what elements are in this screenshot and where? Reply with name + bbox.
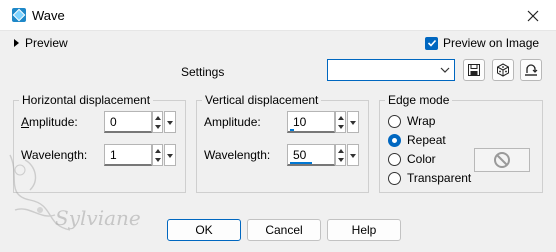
h-amplitude-label-text: mplitude: <box>29 115 78 129</box>
v-amplitude-updown[interactable] <box>335 111 346 133</box>
window-title: Wave <box>32 8 65 23</box>
down-arrow-icon <box>338 158 344 162</box>
radio-wrap[interactable]: Wrap <box>388 114 435 128</box>
chevron-down-icon <box>167 121 173 125</box>
v-amplitude-input[interactable]: 10 <box>287 111 335 133</box>
radio-wrap-label: Wrap <box>407 114 436 128</box>
chevron-down-icon <box>350 121 356 125</box>
preview-label: Preview <box>25 36 68 50</box>
h-amplitude-label: Amplitude: <box>21 115 78 129</box>
h-amplitude-dropdown[interactable] <box>164 111 176 133</box>
chevron-down-icon <box>350 154 356 158</box>
disabled-no-icon <box>494 152 510 168</box>
save-preset-button[interactable] <box>463 59 485 81</box>
checkmark-icon <box>425 36 438 50</box>
radio-repeat[interactable]: Repeat <box>388 133 446 147</box>
save-preset-icon <box>468 64 480 76</box>
v-amplitude-dropdown[interactable] <box>347 111 359 133</box>
v-amplitude-value: 10 <box>293 115 307 129</box>
settings-label: Settings <box>181 65 225 79</box>
h-amplitude-spinner[interactable]: 0 <box>104 111 176 133</box>
v-wavelength-dropdown[interactable] <box>347 144 359 166</box>
color-swatch-button[interactable] <box>474 148 530 172</box>
v-wavelength-spinner[interactable]: 50 <box>287 144 359 166</box>
v-wavelength-value: 50 <box>293 148 307 162</box>
v-wavelength-input[interactable]: 50 <box>287 144 335 166</box>
random-dice-icon <box>497 63 509 77</box>
radio-transparent-label: Transparent <box>407 171 472 185</box>
chevron-down-icon <box>438 63 452 77</box>
preview-on-image-label: Preview on Image <box>443 36 540 50</box>
v-wavelength-label: Wavelength: <box>204 148 270 162</box>
close-icon <box>527 10 539 21</box>
radio-repeat-label: Repeat <box>407 133 446 147</box>
help-button[interactable]: Help <box>327 219 401 241</box>
watermark-text: Sylviane <box>55 206 141 230</box>
random-button[interactable] <box>492 59 514 81</box>
up-arrow-icon <box>155 116 161 120</box>
h-wavelength-dropdown[interactable] <box>164 144 176 166</box>
vertical-displacement-title: Vertical displacement <box>202 93 322 107</box>
close-button[interactable] <box>510 0 556 31</box>
v-amplitude-label-text: Amplitude: <box>204 115 261 129</box>
up-arrow-icon <box>338 116 344 120</box>
down-arrow-icon <box>338 125 344 129</box>
h-amplitude-input[interactable]: 0 <box>104 111 152 133</box>
radio-color-dot <box>388 152 401 166</box>
preview-on-image-checkbox[interactable]: Preview on Image <box>425 36 539 50</box>
edge-mode-title: Edge mode <box>385 93 453 107</box>
up-arrow-icon <box>338 149 344 153</box>
radio-transparent-dot <box>388 171 401 185</box>
h-amplitude-updown[interactable] <box>152 111 163 133</box>
radio-color[interactable]: Color <box>388 152 436 166</box>
app-logo-icon <box>11 7 27 23</box>
v-wavelength-fill <box>290 162 312 164</box>
v-amplitude-spinner[interactable]: 10 <box>287 111 359 133</box>
v-wavelength-label-text: Wavelength: <box>204 148 271 162</box>
ok-button[interactable]: OK <box>167 219 241 241</box>
radio-color-label: Color <box>407 152 436 166</box>
title-bar: Wave <box>0 0 556 31</box>
chevron-down-icon <box>167 154 173 158</box>
expand-triangle-icon <box>14 39 19 47</box>
horizontal-displacement-title: Horizontal displacement <box>19 93 154 107</box>
v-amplitude-label: Amplitude: <box>204 115 261 129</box>
down-arrow-icon <box>155 125 161 129</box>
v-amplitude-fill <box>290 129 294 131</box>
reset-icon <box>525 64 538 76</box>
radio-transparent[interactable]: Transparent <box>388 171 471 185</box>
watermark-flourish-icon <box>9 154 71 231</box>
v-wavelength-updown[interactable] <box>335 144 346 166</box>
preview-toggle[interactable]: Preview <box>14 36 68 50</box>
reset-button[interactable] <box>520 59 542 81</box>
cancel-button[interactable]: Cancel <box>247 219 321 241</box>
radio-repeat-dot <box>388 133 401 147</box>
radio-wrap-dot <box>388 114 401 128</box>
preset-combo[interactable] <box>327 59 455 81</box>
